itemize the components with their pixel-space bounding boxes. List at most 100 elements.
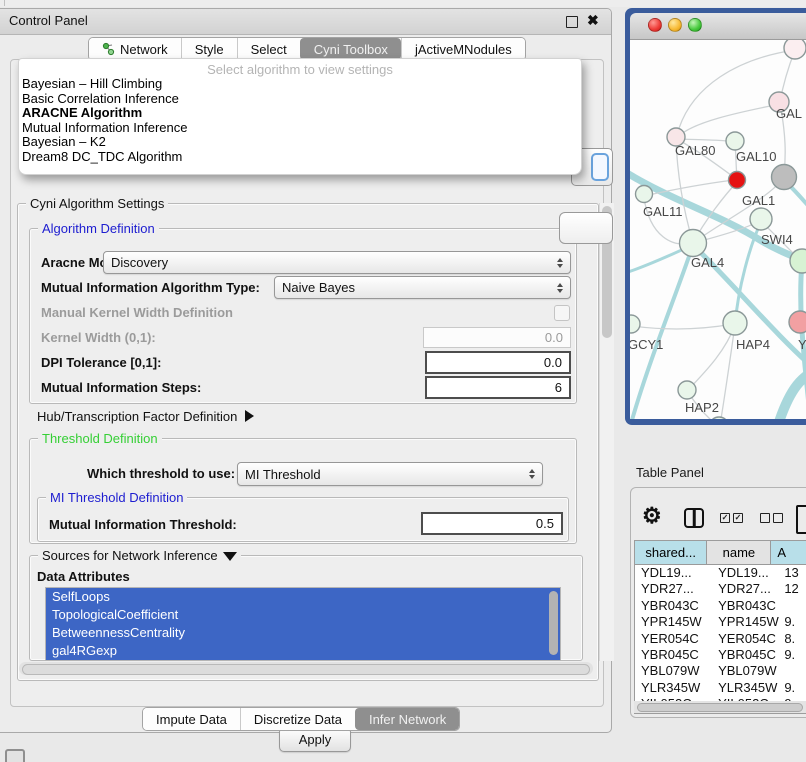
node-label: SWI4 [761, 232, 793, 247]
aracne-mode-combo[interactable]: Discovery [103, 251, 571, 274]
minimize-traffic-light[interactable] [668, 18, 682, 32]
algorithm-dropdown: Select algorithm to view settings Bayesi… [18, 58, 582, 175]
top-strip [0, 0, 806, 7]
node-Y-partial[interactable] [789, 311, 806, 333]
node-GAL4[interactable] [680, 230, 707, 257]
mi-threshold-field[interactable]: 0.5 [421, 512, 563, 535]
column-header-shared[interactable]: shared... [635, 541, 707, 564]
node-gray[interactable] [772, 165, 797, 190]
table-row[interactable]: YBL079WYBL079W [635, 663, 806, 679]
close-traffic-light[interactable] [648, 18, 662, 32]
tab-network[interactable]: Network [89, 38, 181, 60]
table-scrollbar-thumb[interactable] [637, 703, 803, 712]
horizontal-scrollbar-thumb[interactable] [22, 664, 590, 675]
list-item[interactable]: SelfLoops [46, 588, 560, 606]
table-row[interactable]: YLR345WYLR345W9. [635, 680, 806, 696]
list-item[interactable]: TopologicalCoefficient [46, 606, 560, 624]
node-HAP4[interactable] [723, 311, 747, 335]
sources-legend[interactable]: Sources for Network Inference [38, 548, 241, 563]
dropdown-item-selected[interactable]: ARACNE Algorithm [19, 106, 581, 121]
panel-title: Control Panel [9, 13, 88, 28]
which-threshold-combo[interactable]: MI Threshold [237, 462, 543, 486]
kernel-width-label: Kernel Width (0,1): [41, 330, 156, 345]
mi-steps-label: Mutual Information Steps: [41, 380, 201, 395]
network-combo-fragment[interactable] [559, 212, 613, 244]
float-window-icon[interactable] [566, 16, 578, 28]
column-header-partial[interactable]: A [771, 541, 806, 564]
unchecked-checkbox-icon[interactable] [773, 513, 783, 523]
list-item[interactable]: gal4RGexp [46, 642, 560, 660]
dropdown-item[interactable]: Dream8 DC_TDC Algorithm [19, 150, 581, 165]
which-threshold-label: Which threshold to use: [87, 466, 235, 481]
node-GAL11[interactable] [636, 186, 653, 203]
table-panel-title: Table Panel [636, 465, 704, 480]
chevron-down-icon[interactable] [223, 552, 237, 561]
list-item[interactable]: BetweennessCentrality [46, 624, 560, 642]
node-label: HAP2 [685, 400, 719, 415]
list-scrollbar[interactable] [549, 591, 558, 655]
tab-select[interactable]: Select [237, 38, 300, 60]
manual-kernel-checkbox[interactable] [554, 305, 570, 321]
table-header: shared... name A [635, 541, 806, 565]
node-red[interactable] [729, 172, 746, 189]
tab-cyni-toolbox[interactable]: Cyni Toolbox [300, 38, 401, 60]
node-table: shared... name A YDL19...YDL19...13 YDR2… [634, 540, 806, 714]
tab-infer-network[interactable]: Infer Network [355, 708, 459, 730]
kernel-width-field[interactable]: 0.0 [423, 327, 571, 348]
node-GAL10[interactable] [726, 132, 744, 150]
table-row[interactable]: YBR043CYBR043C [635, 598, 806, 614]
horizontal-scrollbar[interactable] [19, 662, 593, 675]
stepper-arrows-icon [557, 258, 563, 268]
split-columns-icon[interactable] [684, 508, 704, 528]
node-GCY1[interactable] [630, 315, 640, 333]
tab-style[interactable]: Style [181, 38, 237, 60]
mi-type-combo[interactable]: Naive Bayes [274, 276, 571, 299]
node-label: GAL4 [691, 255, 724, 270]
unchecked-checkbox-icon[interactable] [760, 513, 770, 523]
gear-icon[interactable]: ⚙ [642, 503, 662, 529]
data-attributes-list[interactable]: SelfLoops TopologicalCoefficient Between… [45, 587, 561, 661]
tab-impute-data[interactable]: Impute Data [143, 708, 240, 730]
dropdown-item[interactable]: Basic Correlation Inference [19, 92, 581, 107]
dropdown-item[interactable]: Bayesian – K2 [19, 135, 581, 150]
column-header-name[interactable]: name [707, 541, 771, 564]
node-label: Y [798, 337, 806, 352]
node-HAP2[interactable] [678, 381, 696, 399]
dock-icon-partial[interactable] [5, 749, 25, 762]
network-window-titlebar[interactable] [630, 13, 806, 40]
dpi-tolerance-field[interactable]: 0.0 [425, 351, 571, 374]
node-label: GAL11 [643, 204, 683, 219]
hub-definition-toggle[interactable]: Hub/Transcription Factor Definition [37, 409, 254, 424]
dropdown-item[interactable]: Mutual Information Inference [19, 121, 581, 136]
table-horizontal-scrollbar[interactable] [634, 701, 806, 713]
bottom-tabbar: Impute Data Discretize Data Infer Networ… [142, 707, 460, 731]
table-row[interactable]: YDR27...YDR27...12 [635, 581, 806, 597]
settings-scrollbar[interactable] [599, 203, 614, 661]
table-row[interactable]: YPR145WYPR145W9. [635, 614, 806, 630]
network-canvas[interactable]: GAL80 GAL10 GAL1 GAL11 SWI4 GAL4 GCY1 HA… [630, 40, 806, 419]
table-row[interactable]: YDL19...YDL19...13 [635, 565, 806, 581]
table-rows[interactable]: YDL19...YDL19...13 YDR27...YDR27...12 YB… [635, 565, 806, 703]
node-label: GAL10 [736, 149, 776, 164]
node-label: GAL80 [675, 143, 715, 158]
node-partial-top[interactable] [784, 40, 806, 59]
control-panel-titlebar[interactable]: Control Panel ✖ [0, 9, 611, 35]
close-icon[interactable]: ✖ [587, 12, 599, 29]
dropdown-hint: Select algorithm to view settings [19, 59, 581, 77]
tab-discretize-data[interactable]: Discretize Data [240, 708, 355, 730]
node-label: GCY1 [630, 337, 663, 352]
zoom-traffic-light[interactable] [688, 18, 702, 32]
table-row[interactable]: YER054CYER054C8. [635, 631, 806, 647]
checked-checkbox-icon[interactable]: ✓ [720, 513, 730, 523]
node-partial-bottom[interactable] [709, 417, 729, 419]
mi-type-label: Mutual Information Algorithm Type: [41, 280, 260, 295]
checked-checkbox-icon[interactable]: ✓ [733, 513, 743, 523]
chevron-right-icon[interactable] [245, 410, 254, 422]
dropdown-item[interactable]: Bayesian – Hill Climbing [19, 77, 581, 92]
mi-steps-field[interactable]: 6 [425, 376, 571, 399]
table-row[interactable]: YBR045CYBR045C9. [635, 647, 806, 663]
manual-kernel-label: Manual Kernel Width Definition [41, 305, 233, 320]
node-GAL1[interactable] [750, 208, 772, 230]
document-icon[interactable] [796, 505, 806, 534]
tab-jactivemnodules[interactable]: jActiveMNodules [401, 38, 525, 60]
